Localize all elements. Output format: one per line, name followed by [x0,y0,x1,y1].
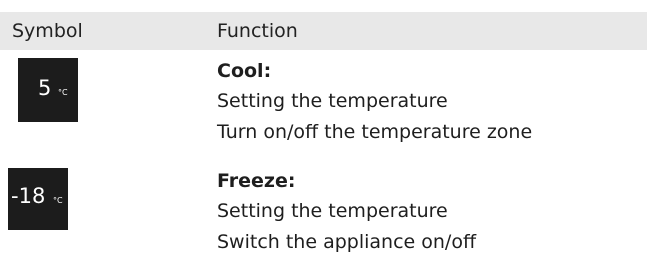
function-line: Switch the appliance on/off [217,231,477,253]
function-title: Freeze: [217,170,296,192]
function-line: Setting the temperature [217,200,448,222]
table-header: Symbol Function [0,12,647,50]
table-row: 5 °C Cool: Setting the temperature Turn … [0,56,647,158]
function-line: Setting the temperature [217,90,448,112]
function-description: Cool: Setting the temperature Turn on/of… [217,56,532,148]
display-unit: °C [58,88,68,97]
header-symbol: Symbol [12,20,83,42]
function-description: Freeze: Setting the temperature Switch t… [217,166,476,258]
display-unit: °C [53,196,63,205]
header-function: Function [217,20,298,42]
table-row: -18 °C Freeze: Setting the temperature S… [0,166,647,264]
display-value: 5 [38,76,52,100]
temperature-display-icon: -18 °C [8,168,68,230]
temperature-display-icon: 5 °C [18,58,78,122]
function-line: Turn on/off the temperature zone [217,121,533,143]
display-value: -18 [11,184,46,208]
function-title: Cool: [217,60,272,82]
symbol-function-table: Symbol Function 5 °C Cool: Setting the t… [0,0,647,264]
